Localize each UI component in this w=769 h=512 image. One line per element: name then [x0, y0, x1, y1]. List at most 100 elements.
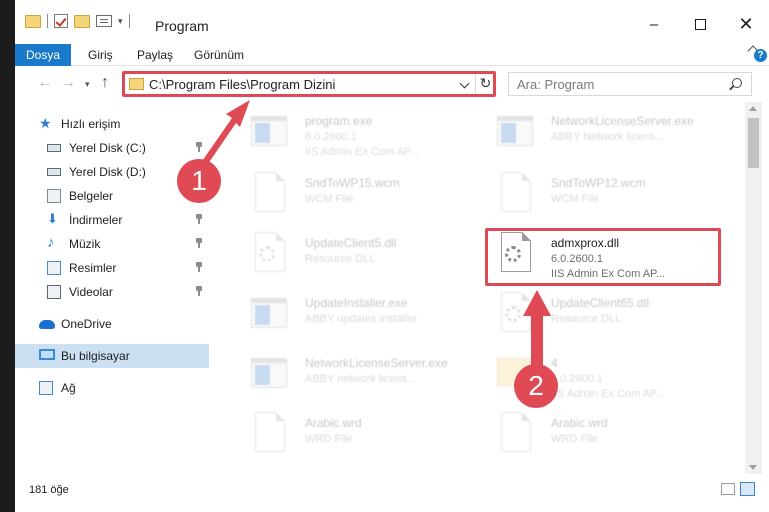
- computer-icon: [39, 349, 55, 360]
- file-name: UpdateClient5.dll: [305, 236, 397, 250]
- drive-icon: [47, 168, 61, 176]
- sidebar-item-yerel-disk-c[interactable]: Yerel Disk (C:): [15, 136, 209, 160]
- pictures-icon: [47, 261, 61, 275]
- file-description: IIS Admin Ex Com AP...: [551, 388, 666, 400]
- pin-icon: [195, 142, 203, 153]
- scroll-thumb[interactable]: [748, 118, 759, 168]
- documents-icon: [47, 189, 61, 203]
- file-item[interactable]: Arabic.wrd WRD File: [237, 408, 477, 466]
- chevron-down-icon[interactable]: ▾: [118, 16, 123, 27]
- document-icon: [249, 172, 289, 218]
- recent-locations-icon[interactable]: ▾: [85, 79, 90, 90]
- file-detail: Resource DLL: [551, 313, 622, 325]
- folder-icon: [25, 14, 41, 28]
- file-explorer-window: ▾ Program – ✕ Dosya Giriş Paylaş Görünüm…: [15, 0, 769, 512]
- file-item[interactable]: program.exe 6.0.2600.1 IIS Admin Ex Com AP…: [237, 106, 477, 164]
- tab-view[interactable]: Görünüm: [194, 44, 244, 66]
- file-name: SndToWP12.wcm: [551, 176, 646, 190]
- file-item[interactable]: UpdateClient65.dll Resource DLL: [483, 288, 723, 346]
- details-view-icon[interactable]: [721, 483, 735, 495]
- downloads-icon: ⬇: [47, 211, 58, 226]
- document-icon: [249, 412, 289, 458]
- tab-file[interactable]: Dosya: [15, 44, 71, 66]
- dll-icon: [495, 292, 535, 338]
- scroll-down-icon[interactable]: [749, 465, 757, 470]
- dll-icon: [249, 232, 289, 278]
- drive-icon: [47, 144, 61, 152]
- file-name: UpdateClient65.dll: [551, 296, 650, 310]
- help-icon[interactable]: ?: [754, 49, 767, 62]
- tab-share[interactable]: Paylaş: [137, 44, 173, 66]
- file-item[interactable]: NetworkLicenseServer.exe ABBY network lic…: [237, 348, 477, 406]
- sidebar-item-ağ[interactable]: Ağ: [15, 376, 209, 400]
- search-input[interactable]: Ara: Program: [517, 77, 594, 92]
- file-item[interactable]: UpdateClient5.dll Resource DLL: [237, 228, 477, 286]
- file-detail: WCM File: [551, 193, 600, 205]
- file-item[interactable]: UpdateInstaller.exe ABBY updates installe…: [237, 288, 477, 346]
- sidebar-item-bu-bilgisayar[interactable]: Bu bilgisayar: [15, 344, 209, 368]
- file-name: NetworkLicenseServer.exe: [305, 356, 448, 370]
- maximize-button[interactable]: [677, 14, 723, 34]
- music-icon: ♪: [47, 234, 55, 251]
- sidebar-item-label: Bu bilgisayar: [61, 349, 130, 363]
- file-name: SndToWP15.wcm: [305, 176, 400, 190]
- sidebar-item-label: Videolar: [69, 285, 113, 299]
- file-item[interactable]: Arabic.wrd WRD File: [483, 408, 723, 466]
- pin-icon: [195, 214, 203, 225]
- maximize-icon: [694, 18, 706, 30]
- file-item[interactable]: SndToWP12.wcm WCM File: [483, 168, 723, 226]
- rename-icon[interactable]: [96, 15, 112, 27]
- file-detail: ABBY Network licens...: [551, 131, 664, 143]
- item-count: 181 öğe: [29, 484, 69, 496]
- sidebar-item-hızlı-erişim[interactable]: ★ Hızlı erişim: [15, 112, 209, 136]
- status-bar: 181 öğe: [15, 476, 769, 502]
- sidebar-item-onedrive[interactable]: OneDrive: [15, 312, 209, 336]
- sidebar-item-resimler[interactable]: Resimler: [15, 256, 209, 280]
- up-arrow-icon[interactable]: ↑: [101, 74, 109, 92]
- window-title: Program: [155, 18, 209, 34]
- file-name: program.exe: [305, 114, 373, 128]
- file-highlight: [485, 228, 721, 286]
- cloud-icon: [39, 320, 55, 329]
- videos-icon: [47, 285, 61, 299]
- navigation-bar: ← → ▾ ↑ C:\Program Files\Program Dizini …: [15, 67, 769, 101]
- toolbar-divider: [47, 14, 48, 28]
- sidebar-item-i-ndirmeler[interactable]: ⬇ İndirmeler: [15, 208, 209, 232]
- file-item[interactable]: SndToWP15.wcm WCM File: [237, 168, 477, 226]
- minimize-button[interactable]: –: [631, 14, 677, 34]
- vertical-scrollbar[interactable]: [745, 102, 762, 474]
- file-name: NetworkLicenseServer.exe: [551, 114, 694, 128]
- file-detail: 6.0.2600.1: [305, 131, 357, 143]
- sidebar-item-label: Müzik: [69, 237, 101, 251]
- sidebar-item-videolar[interactable]: Videolar: [15, 280, 209, 304]
- properties-check-icon[interactable]: [54, 14, 68, 28]
- file-detail: WRD File: [305, 433, 353, 445]
- scroll-up-icon[interactable]: [749, 106, 757, 111]
- new-folder-icon[interactable]: [74, 14, 90, 28]
- back-arrow-icon[interactable]: ←: [37, 74, 53, 92]
- network-icon: [39, 381, 53, 395]
- file-detail: Resource DLL: [305, 253, 376, 265]
- file-detail: WRD File: [551, 433, 599, 445]
- tab-home[interactable]: Giriş: [88, 44, 113, 66]
- app-icon: [495, 110, 535, 156]
- sidebar-item-label: Belgeler: [69, 189, 114, 203]
- file-detail: 6.0.2600.1: [551, 373, 603, 385]
- sidebar-item-müzik[interactable]: ♪ Müzik: [15, 232, 209, 256]
- close-button[interactable]: ✕: [723, 14, 769, 34]
- search-box[interactable]: Ara: Program: [508, 72, 752, 96]
- large-icons-view-icon[interactable]: [740, 482, 755, 496]
- sidebar-item-label: Yerel Disk (C:): [69, 141, 146, 155]
- sidebar-item-label: İndirmeler: [69, 213, 123, 227]
- document-icon: [495, 412, 535, 458]
- file-name: UpdateInstaller.exe: [305, 296, 408, 310]
- navigation-pane: ★ Hızlı erişim Yerel Disk (C:) Yerel Disk (…: [15, 102, 215, 474]
- file-list: program.exe 6.0.2600.1 IIS Admin Ex Com AP…: [225, 102, 745, 474]
- forward-arrow-icon[interactable]: →: [60, 74, 76, 92]
- sidebar-item-label: Hızlı erişim: [61, 117, 121, 131]
- search-icon[interactable]: [732, 78, 742, 88]
- step-2-badge: 2: [514, 364, 558, 408]
- file-description: IIS Admin Ex Com AP...: [305, 146, 420, 158]
- app-icon: [249, 110, 289, 156]
- file-item[interactable]: NetworkLicenseServer.exe ABBY Network lic…: [483, 106, 723, 164]
